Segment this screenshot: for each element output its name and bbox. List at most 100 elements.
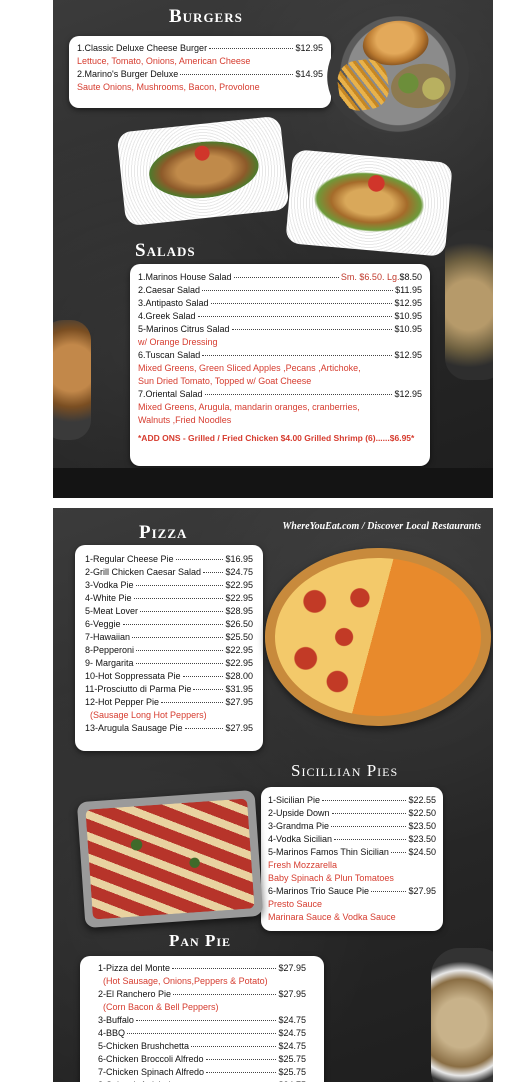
menu-item-row: 7-Hawaiian $25.50 [85, 631, 253, 644]
menu-item-row: 6-Marinos Trio Sauce Pie $27.95 [268, 885, 436, 898]
whole-pizza-photo [265, 548, 491, 726]
menu-item-row: 7-Chicken Spinach Alfredo $25.75 [98, 1066, 306, 1079]
item-price: $23.50 [408, 821, 436, 831]
dot-leader [184, 728, 224, 729]
item-description: Walnuts ,Fried Noodles [138, 415, 232, 425]
dot-leader [202, 290, 394, 291]
item-name: 1-Regular Cheese Pie [85, 554, 174, 564]
item-price: $31.95 [225, 684, 253, 694]
item-price: $27.95 [408, 886, 436, 896]
menu-item-row: 2.Caesar Salad $11.95 [138, 284, 422, 297]
menu-item-row: 6.Tuscan Salad $12.95 [138, 349, 422, 362]
dot-leader [135, 585, 224, 586]
item-description: Presto Sauce [268, 899, 323, 909]
item-name: 4-Vodka Sicilian [268, 834, 333, 844]
menu-item-row: 1-Pizza del Monte $27.95 [98, 962, 306, 975]
item-price: $25.50 [225, 632, 253, 642]
pan-pie-heading: Pan Pie [169, 931, 232, 950]
item-name: 7-Chicken Spinach Alfredo [98, 1067, 205, 1077]
menu-page-bottom: WhereYouEat.com / Discover Local Restaur… [53, 508, 493, 1082]
item-name: 1-Sicilian Pie [268, 795, 321, 805]
item-name: 1.Marinos House Salad [138, 272, 232, 282]
item-price: $27.95 [278, 963, 306, 973]
item-name: 6-Chicken Broccoli Alfredo [98, 1054, 204, 1064]
menu-item-row: 8-Pepperoni $22.95 [85, 644, 253, 657]
dot-leader [204, 394, 393, 395]
menu-item-row: 1-Sicilian Pie $22.55 [268, 794, 436, 807]
item-price: $22.95 [225, 645, 253, 655]
menu-item-row: 4-Vodka Sicilian $23.50 [268, 833, 436, 846]
grilled-chicken-plate-photo [127, 124, 279, 218]
pizza-heading: Pizza [139, 522, 188, 543]
item-name: 7-Hawaiian [85, 632, 131, 642]
item-price: $24.75 [278, 1028, 306, 1038]
menu-item-row: 5-Meat Lover $28.95 [85, 605, 253, 618]
pizza-card: 1-Regular Cheese Pie $16.95 2-Grill Chicke… [75, 545, 263, 751]
menu-item-row: 3-Vodka Pie $22.95 [85, 579, 253, 592]
menu-item-row: 12-Hot Pepper Pie $27.95 [85, 696, 253, 709]
side-plate-photo-right [431, 948, 493, 1082]
dot-leader [322, 800, 407, 801]
menu-item-row: 10-Hot Soppressata Pie $28.00 [85, 670, 253, 683]
dot-leader [175, 559, 224, 560]
sicilian-list: 1-Sicilian Pie $22.55 2-Upside Down $22.50 3… [268, 794, 436, 924]
item-price: $24.75 [225, 567, 253, 577]
dot-leader [205, 1059, 277, 1060]
menu-item-row: 2.Marino's Burger Deluxe $14.95 [77, 68, 323, 81]
item-description: Baby Spinach & Plun Tomatoes [268, 873, 394, 883]
item-name: 3-Buffalo [98, 1015, 134, 1025]
item-name: 7.Oriental Salad [138, 389, 203, 399]
item-price: $24.50 [408, 847, 436, 857]
item-name: 3-Vodka Pie [85, 580, 134, 590]
item-description: (Corn Bacon & Bell Peppers) [103, 1002, 219, 1012]
pizza-list: 1-Regular Cheese Pie $16.95 2-Grill Chicke… [85, 553, 253, 735]
menu-item-row: 11-Prosciutto di Parma Pie $31.95 [85, 683, 253, 696]
dot-leader [371, 891, 407, 892]
item-price: $16.95 [225, 554, 253, 564]
item-price: $22.95 [225, 658, 253, 668]
dot-leader [209, 48, 294, 49]
sicilian-heading: Sicillian Pies [291, 761, 399, 780]
dot-leader [390, 852, 407, 853]
dot-leader [197, 316, 393, 317]
item-name: 6-Marinos Trio Sauce Pie [268, 886, 370, 896]
item-description: Lettuce, Tomato, Onions, American Cheese [77, 56, 251, 66]
menu-page-top: Burgers 1.Classic Deluxe Cheese Burger $1… [53, 0, 493, 498]
menu-item-row: 4-White Pie $22.95 [85, 592, 253, 605]
item-price: $10.95 [394, 324, 422, 334]
item-price: $10.95 [394, 311, 422, 321]
menu-item-row: 9- Margarita $22.95 [85, 657, 253, 670]
item-price: $22.95 [225, 580, 253, 590]
menu-item-row: 3-Buffalo $24.75 [98, 1014, 306, 1027]
item-name: 3.Antipasto Salad [138, 298, 209, 308]
menu-item-row: 5-Chicken Brushchetta $24.75 [98, 1040, 306, 1053]
dot-leader [206, 1072, 277, 1073]
menu-item-row: 3.Antipasto Salad $12.95 [138, 297, 422, 310]
burger-basket-photo [319, 5, 477, 143]
item-name: 4-White Pie [85, 593, 132, 603]
item-description: Fresh Mozzarella [268, 860, 338, 870]
dot-leader [331, 826, 407, 827]
item-name: 2-Upside Down [268, 808, 330, 818]
item-price: $14.95 [295, 69, 323, 79]
dot-leader [182, 676, 224, 677]
item-price: $26.50 [225, 619, 253, 629]
menu-item-row: 2-Upside Down $22.50 [268, 807, 436, 820]
dot-leader [210, 303, 393, 304]
dot-leader [334, 839, 407, 840]
item-description: Saute Onions, Mushrooms, Bacon, Provolon… [77, 82, 260, 92]
item-name: 2.Caesar Salad [138, 285, 201, 295]
item-description: Marinara Sauce & Vodka Sauce [268, 912, 396, 922]
salads-heading: Salads [135, 240, 196, 261]
menu-item-row: 13-Arugula Sausage Pie $27.95 [85, 722, 253, 735]
dot-leader [135, 1020, 277, 1021]
item-name: 2-El Ranchero Pie [98, 989, 172, 999]
item-name: 5-Chicken Brushchetta [98, 1041, 190, 1051]
item-name: 5-Marinos Citrus Salad [138, 324, 230, 334]
item-name: 2.Marino's Burger Deluxe [77, 69, 179, 79]
item-name: 5-Marinos Famos Thin Sicilian [268, 847, 389, 857]
item-name: 11-Prosciutto di Parma Pie [85, 684, 192, 694]
item-price: $27.95 [225, 697, 253, 707]
dot-leader [122, 624, 224, 625]
menu-item-row: 5-Marinos Famos Thin Sicilian $24.50 [268, 846, 436, 859]
